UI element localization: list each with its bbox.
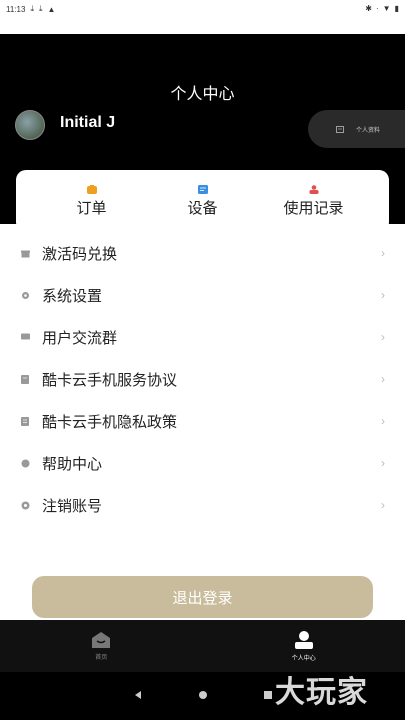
home-circle-icon[interactable] (198, 687, 208, 705)
download-icon: ⤓ (30, 4, 34, 13)
tab-label: 个人中心 (291, 656, 316, 662)
menu-item-system-settings[interactable]: 系统设置 › (0, 274, 405, 316)
user-icon (294, 631, 313, 649)
avatar[interactable] (15, 110, 45, 140)
cancel-account-icon (20, 500, 30, 510)
chevron-right-icon: › (381, 498, 385, 512)
chevron-right-icon: › (381, 330, 385, 344)
device-icon (197, 184, 208, 194)
menu-item-help-center[interactable]: 帮助中心 › (0, 442, 405, 484)
menu-item-cancel-account[interactable]: 注销账号 › (0, 484, 405, 526)
menu-item-user-group[interactable]: 用户交流群 › (0, 316, 405, 358)
quick-action-devices[interactable]: 设备 (163, 184, 243, 218)
tab-home[interactable]: 首页 (0, 620, 203, 672)
bottom-tab-bar: 首页 个人中心 (0, 620, 405, 672)
download-icon: ⤓ (38, 4, 43, 13)
privacy-icon (20, 416, 30, 426)
record-icon (309, 184, 318, 194)
menu-item-activation-code[interactable]: 激活码兑换 › (0, 232, 405, 274)
chevron-right-icon: › (381, 246, 385, 260)
username: Initial J (60, 114, 116, 131)
menu-item-service-agreement[interactable]: 酷卡云手机服务协议 › (0, 358, 405, 400)
tab-label: 首页 (95, 655, 108, 661)
menu-item-label: 激活码兑换 (42, 245, 118, 263)
menu-item-privacy-policy[interactable]: 酷卡云手机隐私政策 › (0, 400, 405, 442)
tab-profile[interactable]: 个人中心 (203, 620, 405, 672)
profile-card-icon (336, 120, 344, 138)
quick-action-orders[interactable]: 订单 (52, 184, 132, 218)
quick-action-label: 使用记录 (283, 199, 344, 217)
gift-icon (20, 248, 30, 258)
wifi-icon: ▼ (382, 4, 391, 13)
page-title: 个人中心 (170, 86, 235, 103)
settings-menu: 激活码兑换 › 系统设置 › 用户交流群 › 酷卡云手机服务协议 › 酷卡云手机… (0, 232, 405, 526)
profile-button-label: 个人资料 (356, 127, 381, 134)
quick-action-label: 订单 (76, 199, 107, 217)
back-icon[interactable] (133, 687, 143, 705)
bluetooth-icon: ✱ (365, 4, 372, 13)
logout-button[interactable]: 退出登录 (32, 576, 373, 618)
menu-item-label: 酷卡云手机服务协议 (42, 371, 178, 389)
menu-item-label: 酷卡云手机隐私政策 (42, 413, 178, 431)
document-icon (20, 374, 30, 384)
recents-icon[interactable] (263, 687, 273, 705)
chevron-right-icon: › (381, 456, 385, 470)
status-left: 11:13 ⤓ ⤓ ▲ (6, 4, 55, 14)
battery-icon: ▮ (394, 4, 399, 13)
menu-item-label: 注销账号 (42, 497, 103, 515)
status-bar: 11:13 ⤓ ⤓ ▲ ✱ · ▼ ▮ (0, 0, 405, 34)
warning-icon: ▲ (47, 4, 56, 14)
menu-item-label: 系统设置 (42, 287, 103, 305)
signal-icon: · (376, 4, 379, 13)
menu-item-label: 帮助中心 (42, 455, 103, 473)
quick-actions-card: 订单 设备 使用记录 (16, 170, 389, 232)
status-right: ✱ · ▼ ▮ (365, 4, 399, 13)
status-time: 11:13 (6, 4, 26, 14)
watermark-logo: 大玩家 (275, 676, 368, 709)
home-icon (92, 632, 111, 648)
profile-button[interactable]: 个人资料 (308, 110, 405, 148)
chat-icon (20, 332, 30, 342)
gear-icon (20, 290, 30, 300)
order-icon (86, 184, 97, 194)
chevron-right-icon: › (381, 372, 385, 386)
chevron-right-icon: › (381, 288, 385, 302)
quick-action-records[interactable]: 使用记录 (274, 184, 354, 218)
chevron-right-icon: › (381, 414, 385, 428)
quick-action-label: 设备 (187, 199, 218, 217)
menu-item-label: 用户交流群 (42, 329, 118, 347)
help-icon (20, 458, 30, 468)
